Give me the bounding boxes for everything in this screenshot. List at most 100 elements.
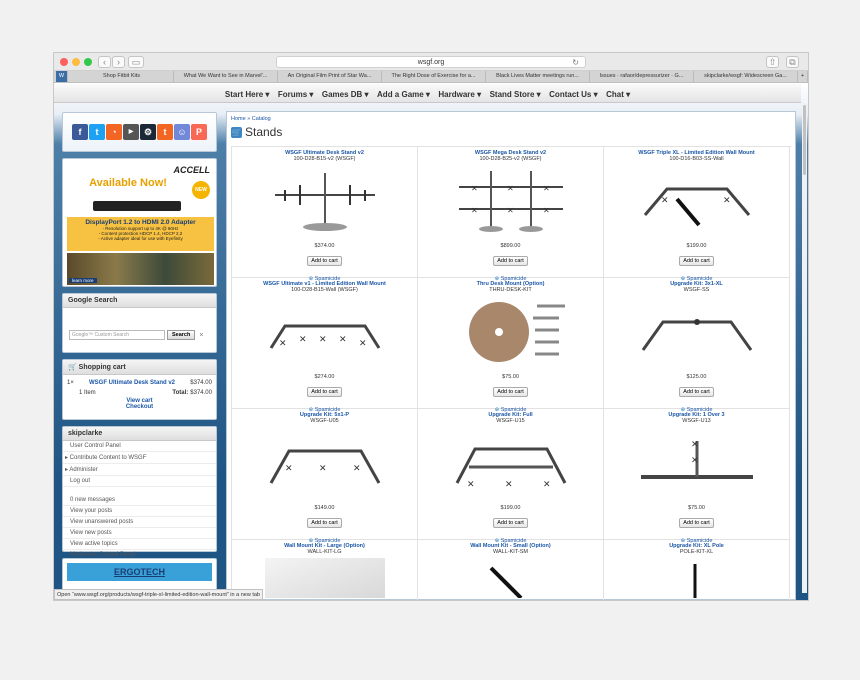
product-sku: WALL-KIT-SM	[493, 549, 528, 555]
browser-tab[interactable]: The Right Dose of Exercise for a...	[382, 71, 486, 82]
product-price: $199.00	[500, 505, 521, 511]
steam-icon[interactable]: ⚙	[140, 124, 156, 140]
search-button[interactable]: Search	[167, 330, 196, 340]
product-image[interactable]	[637, 558, 757, 598]
breadcrumb[interactable]: Home » Catalog	[231, 116, 271, 122]
clear-search-icon[interactable]: ×	[199, 332, 203, 339]
cart-item-qty: 1×	[67, 380, 74, 386]
tabs-overview-button[interactable]: ⧉	[786, 56, 799, 68]
logout-link[interactable]: Log out	[63, 476, 216, 487]
product-sku: 100-D28-B15-v2 (WSGF)	[293, 156, 356, 162]
ad-learn-more-button[interactable]: learn more	[69, 278, 97, 283]
sponsor-logo: ERGOTECH	[67, 563, 212, 581]
browser-tab[interactable]: Shop Fitbit Kits	[70, 71, 174, 82]
svg-text:✕: ✕	[723, 195, 731, 205]
product-image[interactable]	[637, 296, 757, 366]
forward-button[interactable]: ›	[112, 56, 125, 68]
page-title: Stands	[245, 125, 283, 139]
rss-icon[interactable]: ◔	[106, 124, 122, 140]
nav-stand-store[interactable]: Stand Store ▾	[490, 85, 541, 104]
product-sku: WSGF-U05	[310, 418, 339, 424]
twitter-icon[interactable]: t	[89, 124, 105, 140]
administer-link[interactable]: ▸ Administer	[63, 464, 216, 476]
browser-tab[interactable]: skipclarke/wsgf: Widescreen Ga...	[694, 71, 798, 82]
cart-total-label: Total:	[172, 390, 189, 396]
user-control-panel-link[interactable]: User Control Panel	[63, 441, 216, 452]
facebook-icon[interactable]: f	[72, 124, 88, 140]
product-image[interactable]	[264, 558, 385, 598]
shopping-cart-header: 🛒 Shopping cart	[63, 360, 216, 375]
tab-bar: W Shop Fitbit Kits What We Want to See i…	[54, 71, 808, 83]
favicon-tab[interactable]: W	[56, 71, 68, 82]
product-card: WSGF Triple XL - Limited Edition Wall Mo…	[604, 147, 790, 282]
svg-text:✕: ✕	[467, 479, 475, 489]
close-window-button[interactable]	[60, 58, 68, 66]
nav-contact-us[interactable]: Contact Us ▾	[549, 85, 597, 104]
product-image[interactable]: ✕ ✕ ✕	[451, 427, 571, 497]
product-sku: 100-D28-B25-v2 (WSGF)	[479, 156, 542, 162]
add-to-cart-button[interactable]: Add to cart	[493, 387, 528, 397]
new-tab-button[interactable]: +	[798, 71, 808, 82]
view-new-posts-link[interactable]: View new posts	[63, 528, 216, 539]
patreon-icon[interactable]: P	[191, 124, 207, 140]
address-bar[interactable]: wsgf.org ↻	[276, 56, 586, 68]
browser-tab[interactable]: An Original Film Print of Star Wa...	[278, 71, 382, 82]
back-button[interactable]: ‹	[98, 56, 111, 68]
add-to-cart-button[interactable]: Add to cart	[307, 256, 342, 266]
contribute-link[interactable]: ▸ Contribute Content to WSGF	[63, 452, 216, 464]
search-input[interactable]: Google™ Custom Search	[69, 330, 165, 340]
nav-games-db[interactable]: Games DB ▾	[322, 85, 369, 104]
product-card: Upgrade Kit: Full WSGF-U15 ✕ ✕ ✕ $199.00 A…	[418, 409, 604, 544]
view-your-posts-link[interactable]: View your posts	[63, 506, 216, 517]
svg-text:✕: ✕	[691, 439, 699, 449]
add-to-cart-button[interactable]: Add to cart	[307, 518, 342, 528]
cart-item-link[interactable]: WSGF Ultimate Desk Stand v2	[89, 380, 190, 386]
minimize-window-button[interactable]	[72, 58, 80, 66]
product-image[interactable]: ✕ ✕ ✕	[265, 427, 385, 497]
scrollbar-thumb[interactable]	[803, 105, 806, 175]
nav-add-game[interactable]: Add a Game ▾	[377, 85, 430, 104]
svg-text:✕: ✕	[507, 184, 514, 193]
twitch-icon[interactable]: t	[157, 124, 173, 140]
sidebar-toggle-button[interactable]: ▭	[128, 56, 144, 68]
nav-chat[interactable]: Chat ▾	[606, 85, 630, 104]
product-image[interactable]: ✕ ✕ ✕ ✕ ✕	[265, 296, 385, 366]
product-card: WSGF Ultimate Desk Stand v2 100-D28-B15-…	[232, 147, 418, 282]
reload-icon[interactable]: ↻	[572, 57, 579, 68]
browser-tab[interactable]: Black Lives Matter meetings run...	[486, 71, 590, 82]
view-active-topics-link[interactable]: View active topics	[63, 539, 216, 550]
product-image[interactable]	[451, 558, 571, 598]
browser-tab[interactable]: Issues · rafaor/depressurizer · G...	[590, 71, 694, 82]
discord-icon[interactable]: ☺	[174, 124, 190, 140]
svg-text:✕: ✕	[359, 338, 367, 348]
view-unanswered-link[interactable]: View unanswered posts	[63, 517, 216, 528]
add-to-cart-button[interactable]: Add to cart	[493, 518, 528, 528]
nav-hardware[interactable]: Hardware ▾	[438, 85, 481, 104]
add-to-cart-button[interactable]: Add to cart	[679, 518, 714, 528]
product-image[interactable]: ✕✕	[637, 165, 757, 235]
checkout-link[interactable]: Checkout	[63, 404, 216, 410]
product-image[interactable]	[451, 296, 571, 366]
add-to-cart-button[interactable]: Add to cart	[679, 387, 714, 397]
product-image[interactable]: ✕✕	[637, 427, 757, 497]
svg-text:✕: ✕	[319, 334, 327, 344]
new-messages-link[interactable]: 0 new messages	[63, 495, 216, 506]
youtube-icon[interactable]: ▶	[123, 124, 139, 140]
nav-start-here[interactable]: Start Here ▾	[225, 85, 269, 104]
page-scrollbar[interactable]	[802, 103, 807, 593]
ad-info-panel: DisplayPort 1.2 to HDMI 2.0 Adapter - Re…	[67, 217, 214, 251]
add-to-cart-button[interactable]: Add to cart	[307, 387, 342, 397]
cart-item-price: $374.00	[190, 380, 212, 386]
share-button[interactable]: ⇧	[766, 56, 779, 68]
nav-forums[interactable]: Forums ▾	[278, 85, 314, 104]
accell-ad-banner[interactable]: ACCELL Available Now! NEW DisplayPort 1.…	[62, 158, 217, 287]
product-sku: WSGF-U15	[496, 418, 525, 424]
shopping-cart-title: Shopping cart	[78, 364, 126, 371]
product-image[interactable]: ✕ ✕ ✕ ✕ ✕ ✕	[451, 165, 571, 235]
add-to-cart-button[interactable]: Add to cart	[679, 256, 714, 266]
site-nav: Start Here ▾ Forums ▾ Games DB ▾ Add a G…	[54, 84, 801, 103]
zoom-window-button[interactable]	[84, 58, 92, 66]
add-to-cart-button[interactable]: Add to cart	[493, 256, 528, 266]
browser-tab[interactable]: What We Want to See in Marvel'...	[174, 71, 278, 82]
product-image[interactable]	[265, 165, 385, 235]
